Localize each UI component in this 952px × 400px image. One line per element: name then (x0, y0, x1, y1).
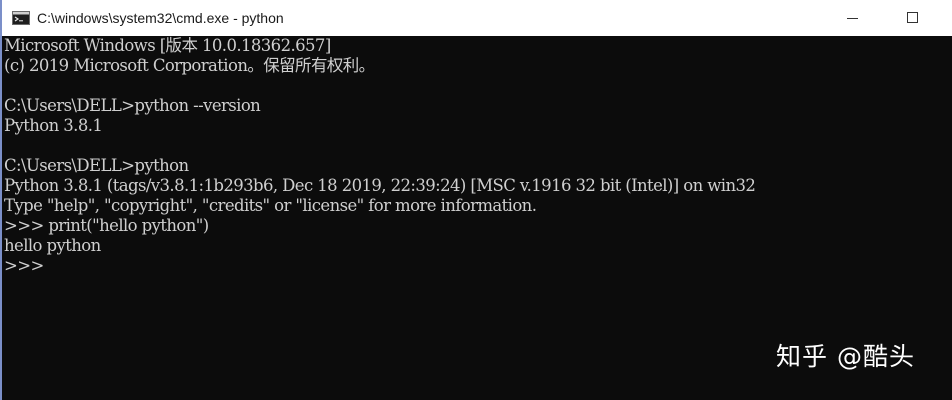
console-line: C:\Users\DELL>python (4, 156, 189, 175)
console-line: Microsoft Windows [版本 10.0.18362.657] (4, 36, 331, 55)
console-line: Python 3.8.1 (4, 116, 103, 135)
window-title: C:\windows\system32\cmd.exe - python (37, 10, 284, 26)
maximize-icon (907, 12, 918, 23)
console-line: (c) 2019 Microsoft Corporation。保留所有权利。 (4, 56, 375, 75)
console-line: C:\Users\DELL>python --version (4, 96, 261, 115)
console-line: >>> print("hello python") (4, 216, 209, 235)
console-line: hello python (4, 236, 101, 255)
console-line: Python 3.8.1 (tags/v3.8.1:1b293b6, Dec 1… (4, 176, 756, 195)
minimize-button[interactable] (830, 0, 876, 36)
console-line: Type "help", "copyright", "credits" or "… (4, 196, 537, 215)
maximize-button[interactable] (890, 0, 936, 36)
cmd-console-icon (12, 11, 30, 25)
cmd-window: C:\windows\system32\cmd.exe - python Mic… (0, 0, 952, 400)
console-line: >>> (4, 256, 44, 275)
watermark-text: 知乎 @酷头 (776, 342, 915, 371)
minimize-icon (847, 18, 858, 19)
title-bar[interactable]: C:\windows\system32\cmd.exe - python (2, 0, 952, 36)
